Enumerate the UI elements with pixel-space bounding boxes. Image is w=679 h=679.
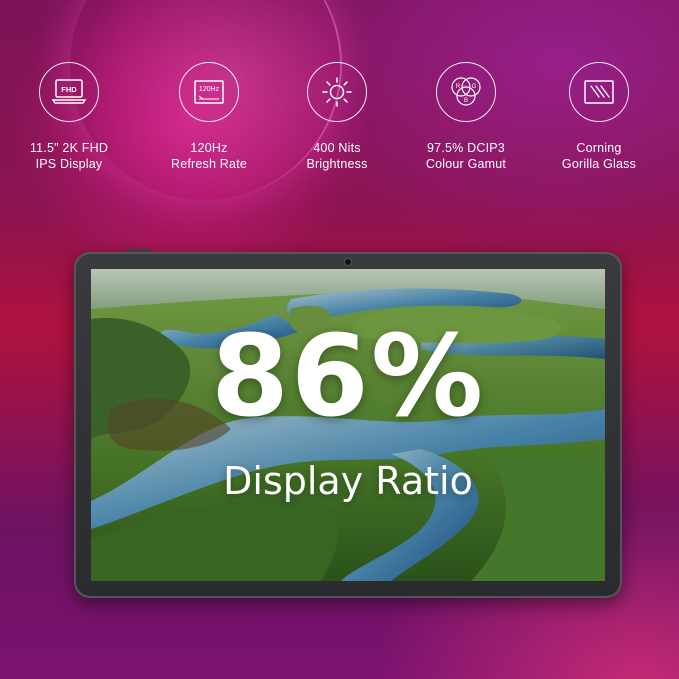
- sun-brightness-icon: [307, 62, 367, 122]
- feature-brightness-line2: Brightness: [306, 157, 368, 171]
- feature-refresh-line2: Refresh Rate: [170, 157, 248, 171]
- refresh-rate-icon: 120Hz: [179, 62, 239, 122]
- rgb-g: G: [472, 84, 477, 90]
- rgb-r: R: [456, 84, 461, 90]
- feature-gamut-text: 97.5% DCIP3 Colour Gamut: [426, 140, 506, 172]
- display-ratio-label: Display Ratio: [223, 459, 473, 503]
- feature-display-text: 11.5" 2K FHD IPS Display: [30, 140, 108, 172]
- fhd-badge: FHD: [61, 85, 77, 94]
- feature-gamut: R G B 97.5% DCIP3 Colour Gamut: [406, 62, 526, 172]
- tablet-screen: 86% Display Ratio: [91, 269, 605, 581]
- feature-glass-text: Corning Gorilla Glass: [562, 140, 636, 172]
- feature-glass-line2: Gorilla Glass: [561, 157, 637, 171]
- rgb-b: B: [464, 98, 468, 104]
- front-camera: [345, 259, 351, 265]
- tablet-device: 86% Display Ratio: [74, 252, 622, 598]
- feature-brightness-line1: 400 Nits: [313, 141, 361, 155]
- feature-gamut-line2: Colour Gamut: [425, 157, 507, 171]
- feature-brightness: 400 Nits Brightness: [277, 62, 397, 172]
- feature-display-line1: 11.5" 2K FHD: [29, 141, 109, 155]
- feature-display: FHD 11.5" 2K FHD IPS Display: [9, 62, 129, 172]
- feature-refresh-text: 120Hz Refresh Rate: [171, 140, 247, 172]
- feature-glass: Corning Gorilla Glass: [539, 62, 659, 172]
- refresh-badge: 120Hz: [199, 86, 220, 93]
- display-ratio-value: 86%: [210, 312, 486, 442]
- feature-row: FHD 11.5" 2K FHD IPS Display 120Hz 120Hz…: [0, 62, 679, 182]
- glass-screen-icon: [569, 62, 629, 122]
- feature-glass-line1: Corning: [576, 141, 622, 155]
- feature-refresh: 120Hz 120Hz Refresh Rate: [149, 62, 269, 172]
- feature-refresh-line1: 120Hz: [190, 141, 228, 155]
- rgb-gamut-icon: R G B: [436, 62, 496, 122]
- feature-brightness-text: 400 Nits Brightness: [306, 140, 367, 172]
- fhd-laptop-icon: FHD: [39, 62, 99, 122]
- feature-gamut-line1: 97.5% DCIP3: [427, 141, 505, 155]
- feature-display-line2: IPS Display: [35, 157, 103, 171]
